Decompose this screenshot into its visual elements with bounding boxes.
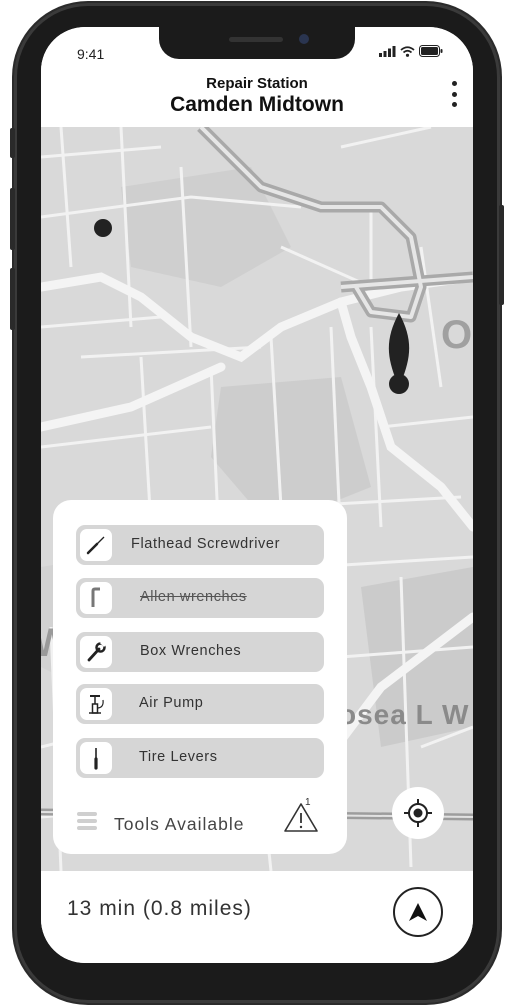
status-icons <box>379 45 443 57</box>
tool-label: Allen wrenches <box>140 589 247 605</box>
tool-label: Tire Levers <box>139 749 218 765</box>
drag-handle-icon[interactable] <box>77 812 97 830</box>
volume-up-button <box>10 188 15 250</box>
tool-item[interactable]: Tire Levers <box>76 738 324 778</box>
notch <box>159 27 355 59</box>
tool-item[interactable]: Box Wrenches <box>76 632 324 672</box>
battery-icon <box>419 45 443 57</box>
page-title: Camden Midtown <box>170 93 344 116</box>
signal-icon <box>379 45 396 57</box>
speaker-grille <box>229 37 283 42</box>
tool-label: Air Pump <box>139 695 204 711</box>
allen-wrench-icon <box>80 582 112 614</box>
map-label-street: osea L W <box>339 699 470 730</box>
power-button <box>499 205 504 305</box>
tool-label: Flathead Screwdriver <box>131 536 280 552</box>
menu-dot-icon <box>451 91 457 97</box>
tool-item[interactable]: Flathead Screwdriver <box>76 525 324 565</box>
wrench-icon <box>80 636 112 668</box>
warning-count-badge: 1 <box>305 797 311 808</box>
map-label-place: O <box>441 313 473 357</box>
eta-text: 13 min (0.8 miles) <box>67 897 252 920</box>
navigation-arrow-icon <box>409 903 427 921</box>
destination-dot <box>389 374 409 394</box>
header-subtitle: Repair Station <box>206 75 308 92</box>
map-location-dot <box>94 219 112 237</box>
status-time: 9:41 <box>77 46 105 62</box>
start-navigation-button[interactable] <box>393 887 443 937</box>
volume-down-button <box>10 268 15 330</box>
tools-panel: Flathead Screwdriver Allen wrenches Box … <box>53 500 347 854</box>
warning-icon[interactable] <box>283 796 319 834</box>
silent-switch <box>10 128 15 158</box>
menu-dot-icon <box>451 81 457 86</box>
wifi-icon <box>400 45 415 57</box>
bottom-bar: 13 min (0.8 miles) <box>41 871 473 963</box>
tool-item[interactable]: Allen wrenches <box>76 578 324 618</box>
screwdriver-icon <box>80 529 112 561</box>
crosshair-icon <box>404 799 432 827</box>
tool-label: Box Wrenches <box>140 643 242 659</box>
recenter-location-button[interactable] <box>392 787 444 839</box>
tool-item[interactable]: Air Pump <box>76 684 324 724</box>
screen: 9:41 Repair Station Camden Midtown O ose… <box>41 27 473 963</box>
air-pump-icon <box>80 688 112 720</box>
more-menu-button[interactable] <box>447 81 461 107</box>
tire-lever-icon <box>80 742 112 774</box>
tools-available-label: Tools Available <box>114 814 245 834</box>
menu-dot-icon <box>451 102 457 107</box>
front-camera <box>299 34 309 44</box>
